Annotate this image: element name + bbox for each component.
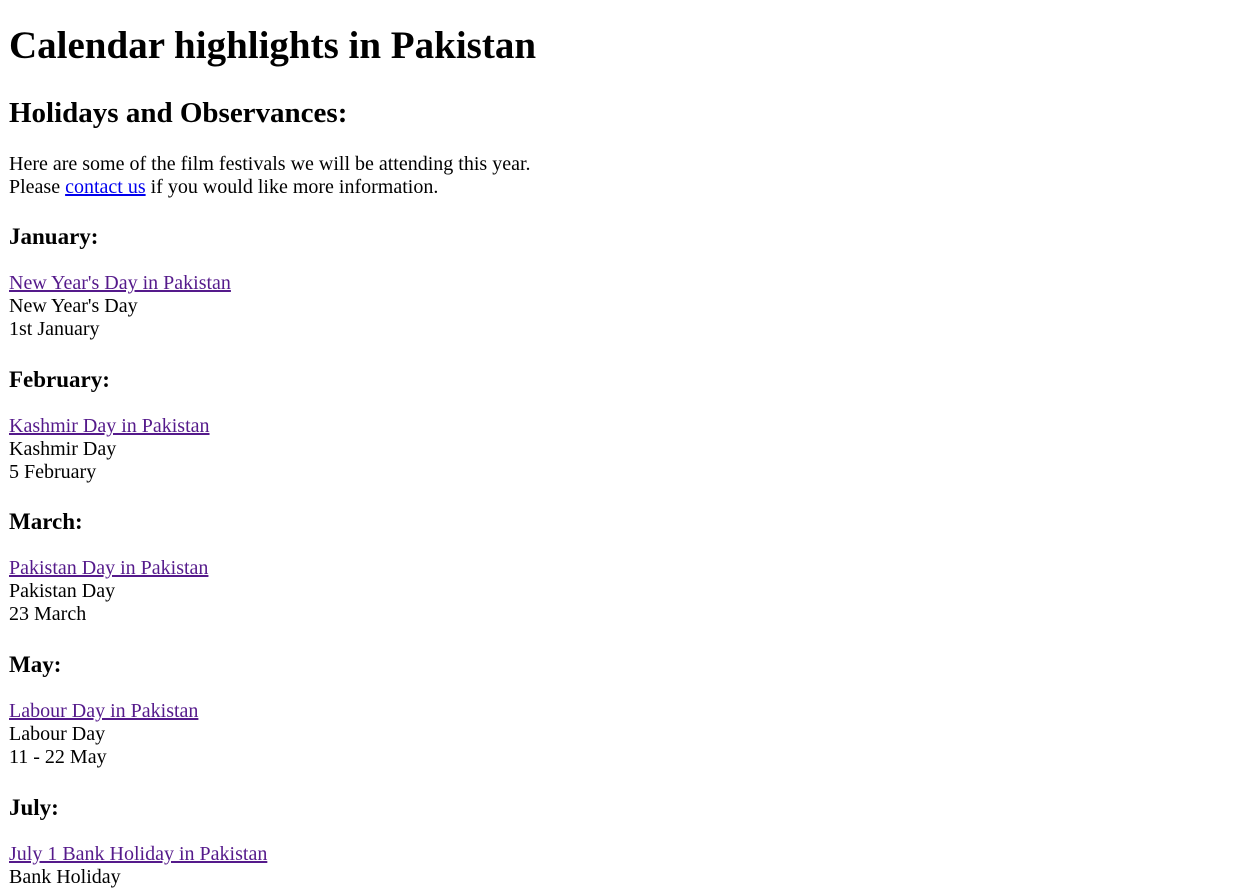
event-link-bank-holiday[interactable]: July 1 Bank Holiday in Pakistan (9, 843, 267, 866)
month-section-february: February: Kashmir Day in Pakistan Kashmi… (9, 367, 210, 484)
event-name: Pakistan Day (9, 580, 116, 602)
month-heading: January: (9, 224, 99, 249)
event-link-new-years-day[interactable]: New Year's Day in Pakistan (9, 272, 231, 295)
contact-us-link[interactable]: contact us (65, 176, 146, 198)
month-section-may: May: Labour Day in Pakistan Labour Day 1… (9, 652, 198, 769)
event-name: Bank Holiday (9, 866, 121, 888)
month-section-july: July: July 1 Bank Holiday in Pakistan Ba… (9, 795, 267, 889)
event-date: 5 February (9, 461, 97, 483)
intro-suffix: if you would like more information. (145, 176, 439, 198)
month-section-march: March: Pakistan Day in Pakistan Pakistan… (9, 509, 208, 626)
month-heading: July: (9, 795, 59, 820)
month-section-january: January: New Year's Day in Pakistan New … (9, 224, 231, 341)
page-title: Calendar highlights in Pakistan (9, 24, 537, 67)
intro-line-1: Here are some of the film festivals we w… (9, 153, 531, 175)
event-date: 1st January (9, 318, 100, 340)
event-name: New Year's Day (9, 295, 138, 317)
event-name: Kashmir Day (9, 438, 117, 460)
event-link-labour-day[interactable]: Labour Day in Pakistan (9, 700, 198, 723)
section-heading: Holidays and Observances: (9, 97, 348, 129)
event-link-pakistan-day[interactable]: Pakistan Day in Pakistan (9, 557, 208, 580)
month-heading: May: (9, 652, 62, 677)
event-date: 23 March (9, 603, 87, 625)
month-heading: March: (9, 509, 83, 534)
event-date: 11 - 22 May (9, 746, 107, 768)
event-name: Labour Day (9, 723, 106, 745)
intro-paragraph: Here are some of the film festivals we w… (9, 153, 531, 199)
intro-prefix: Please (9, 176, 66, 198)
event-link-kashmir-day[interactable]: Kashmir Day in Pakistan (9, 415, 210, 438)
month-heading: February: (9, 367, 110, 392)
